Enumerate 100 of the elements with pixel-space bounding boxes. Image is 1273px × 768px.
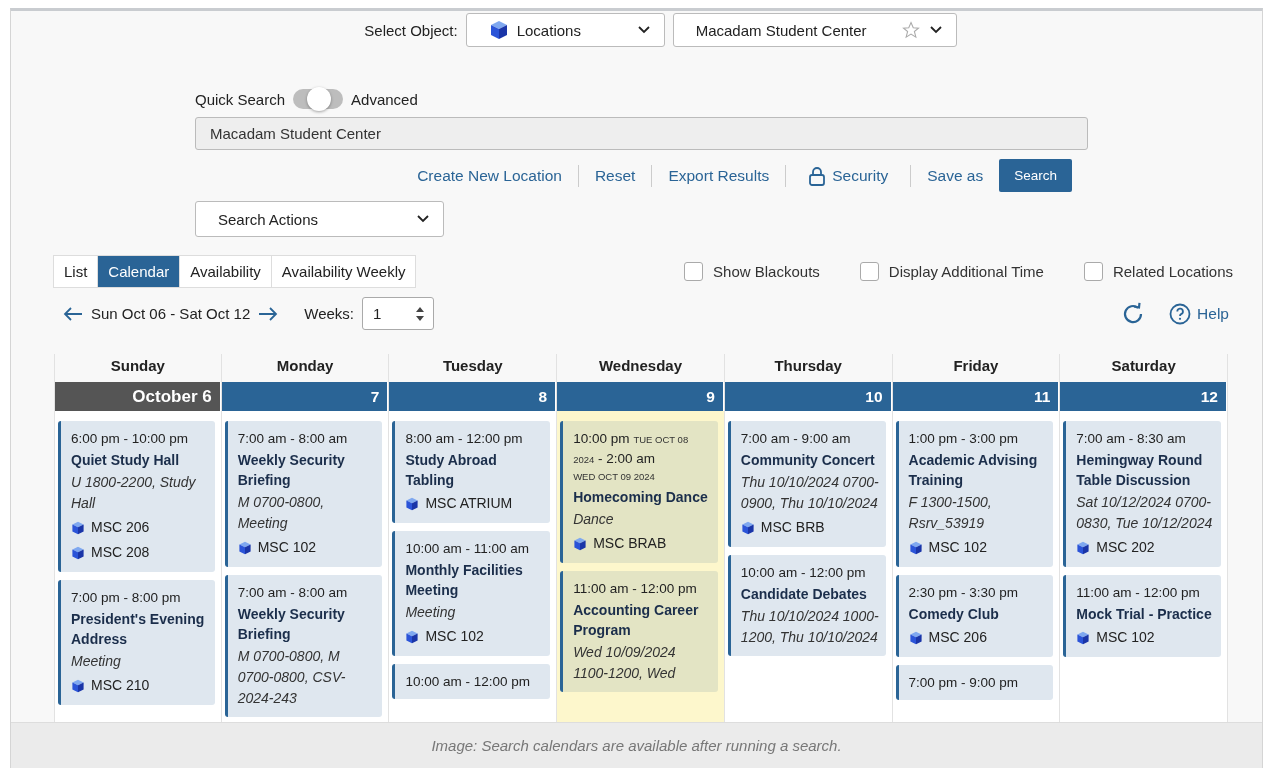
object-dropdown[interactable]: Macadam Student Center	[672, 13, 957, 47]
location-label: MSC BRAB	[593, 534, 667, 553]
location-label: MSC 208	[91, 543, 150, 562]
location-label: MSC BRB	[760, 518, 825, 537]
security-link[interactable]: Security	[794, 165, 903, 186]
cube-icon	[405, 629, 420, 644]
event-detail: U 1800-2200, Study Hall	[71, 473, 197, 513]
cube-icon	[573, 536, 588, 551]
event-card[interactable]: 6:00 pm - 10:00 pm Quiet Study Hall U 1800-2200, Study Hall MSC 206 MSC 208	[58, 421, 215, 572]
date-header: October 6	[55, 382, 221, 411]
location-label: MSC 210	[91, 676, 150, 695]
event-time: 7:00 am - 9:00 am	[740, 430, 852, 448]
arrow-right-icon[interactable]	[258, 306, 279, 321]
cube-icon	[740, 520, 755, 535]
event-card[interactable]: 11:00 am - 12:00 pm Mock Trial - Practice MSC 102	[1063, 575, 1221, 657]
action-link[interactable]: Export Results	[660, 166, 778, 185]
event-time: 2:30 pm - 3:30 pm	[908, 584, 1020, 602]
select-object-label: Select Object:	[364, 21, 458, 39]
event-card[interactable]: 11:00 am - 12:00 pm Accounting Career Program Wed 10/09/2024 1100-1200, Wed	[560, 571, 718, 692]
event-detail: Thu 10/10/2024 0700-0900, Thu 10/10/2024	[740, 473, 880, 513]
action-link[interactable]: Create New Location	[409, 166, 570, 185]
event-time: 7:00 pm - 8:00 pm	[71, 589, 182, 607]
cube-icon	[1076, 630, 1091, 645]
event-title: President's Evening Address	[71, 610, 206, 649]
location-label: MSC 206	[91, 518, 150, 537]
event-time: 7:00 pm - 9:00 pm	[908, 674, 1020, 692]
checkbox[interactable]	[684, 262, 704, 281]
event-title: Accounting Career Program	[573, 601, 700, 640]
event-card[interactable]: 7:00 am - 8:00 am Weekly Security Briefing M 0700-0800, Meeting MSC 102	[224, 421, 383, 567]
event-time: 11:00 am - 12:00 pm	[1076, 584, 1201, 602]
location-label: MSC 206	[928, 628, 987, 647]
weeks-field[interactable]: 1	[362, 297, 434, 330]
search-field[interactable]: Macadam Student Center	[195, 117, 1088, 150]
cube-icon	[1076, 540, 1091, 555]
event-card[interactable]: 7:00 am - 8:00 am Weekly Security Briefing M 0700-0800, M 0700-0800, CSV-2024-243	[224, 575, 383, 717]
event-card[interactable]: 8:00 am - 12:00 pm Study Abroad Tabling MSC ATRIUM	[392, 421, 551, 523]
cube-icon	[488, 20, 509, 40]
cube-icon	[908, 630, 923, 645]
location-label: MSC 102	[1096, 628, 1155, 647]
event-card[interactable]: 1:00 pm - 3:00 pm Academic Advising Training F 1300-1500, Rsrv_53919 MSC 102	[895, 421, 1054, 567]
help-link[interactable]: Help	[1169, 302, 1229, 325]
event-title: Academic Advising Training	[908, 451, 1039, 490]
image-caption: Image: Search calendars are available after running a search.	[11, 722, 1262, 768]
lock-icon	[808, 165, 827, 186]
event-card[interactable]: 2:30 pm - 3:30 pm Comedy Club MSC 206	[895, 575, 1054, 657]
event-card[interactable]: 10:00 am - 12:00 pm	[392, 664, 551, 699]
cube-icon	[908, 540, 923, 555]
event-title: Weekly Security Briefing	[237, 605, 346, 644]
checkbox[interactable]	[1083, 262, 1103, 281]
location-label: MSC 102	[257, 538, 317, 557]
event-title: Hemingway Round Table Discussion	[1076, 451, 1204, 490]
event-card[interactable]: 10:00 pm TUE OCT 08 2024 - 2:00 am WED OCT 09 2024 Homecoming Dance Dance MSC BRAB	[560, 421, 718, 563]
help-icon	[1169, 302, 1192, 325]
event-detail: Meeting	[405, 603, 457, 622]
view-tab[interactable]: Calendar	[98, 256, 181, 287]
cube-icon	[71, 545, 85, 560]
spinner-icon	[415, 305, 425, 322]
event-title: Monthly Facilities Meeting	[405, 561, 524, 600]
date-header: 12	[1060, 382, 1227, 411]
event-card[interactable]: 7:00 pm - 9:00 pm	[895, 665, 1054, 700]
cube-icon	[71, 678, 85, 693]
location-label: MSC 202	[1096, 538, 1155, 557]
search-mode-toggle[interactable]	[293, 89, 344, 109]
search-button[interactable]: Search	[999, 159, 1072, 192]
event-card[interactable]: 10:00 am - 11:00 am Monthly Facilities Meeting Meeting MSC 102	[392, 531, 551, 656]
event-time: 10:00 am - 11:00 am	[405, 540, 530, 558]
star-icon[interactable]	[901, 21, 920, 39]
advanced-label: Advanced	[351, 90, 418, 108]
cube-icon	[71, 520, 85, 535]
arrow-left-icon[interactable]	[63, 306, 83, 321]
event-time: 6:00 pm - 10:00 pm	[71, 430, 190, 448]
location-label: MSC 102	[928, 538, 987, 557]
cube-icon	[405, 496, 420, 511]
location-label: MSC ATRIUM	[425, 494, 513, 513]
weeks-label: Weeks:	[304, 305, 354, 322]
event-title: Community Concert	[740, 451, 876, 470]
event-title: Study Abroad Tabling	[405, 451, 498, 490]
event-time: 7:00 am - 8:00 am	[237, 584, 349, 602]
event-detail: Thu 10/10/2024 1000-1200, Thu 10/10/2024	[740, 607, 880, 647]
date-header: 9	[557, 382, 724, 411]
event-detail: Wed 10/09/2024 1100-1200, Wed	[573, 643, 677, 683]
action-link[interactable]: Reset	[586, 166, 644, 185]
action-link[interactable]: Save as	[919, 166, 992, 185]
event-card[interactable]: 10:00 am - 12:00 pm Candidate Debates Thu 10/10/2024 1000-1200, Thu 10/10/2024	[727, 555, 886, 656]
cube-icon	[237, 540, 252, 555]
checkbox[interactable]	[859, 262, 879, 281]
event-time: 7:00 am - 8:30 am	[1076, 430, 1187, 448]
event-title: Homecoming Dance	[573, 488, 709, 507]
date-header: 8	[389, 382, 557, 411]
quick-search-label: Quick Search	[195, 90, 286, 108]
event-time: 10:00 am - 12:00 pm	[740, 564, 867, 582]
event-card[interactable]: 7:00 am - 8:30 am Hemingway Round Table Discussion Sat 10/12/2024 0700-0830, Tue 10/12/2024 MSC 202	[1063, 421, 1221, 567]
search-actions-dropdown[interactable]: Search Actions	[195, 201, 444, 237]
event-time: 10:00 pm TUE OCT 08 2024 - 2:00 am WED OCT 09 2024	[573, 430, 690, 484]
event-detail: M 0700-0800, Meeting	[237, 493, 326, 533]
event-time: 10:00 am - 12:00 pm	[405, 673, 531, 691]
object-type-dropdown[interactable]: Locations	[465, 13, 665, 47]
event-card[interactable]: 7:00 pm - 8:00 pm President's Evening Address Meeting MSC 210	[58, 580, 215, 705]
event-time: 8:00 am - 12:00 pm	[405, 430, 524, 448]
event-card[interactable]: 7:00 am - 9:00 am Community Concert Thu 10/10/2024 0700-0900, Thu 10/10/2024 MSC BRB	[727, 421, 886, 547]
